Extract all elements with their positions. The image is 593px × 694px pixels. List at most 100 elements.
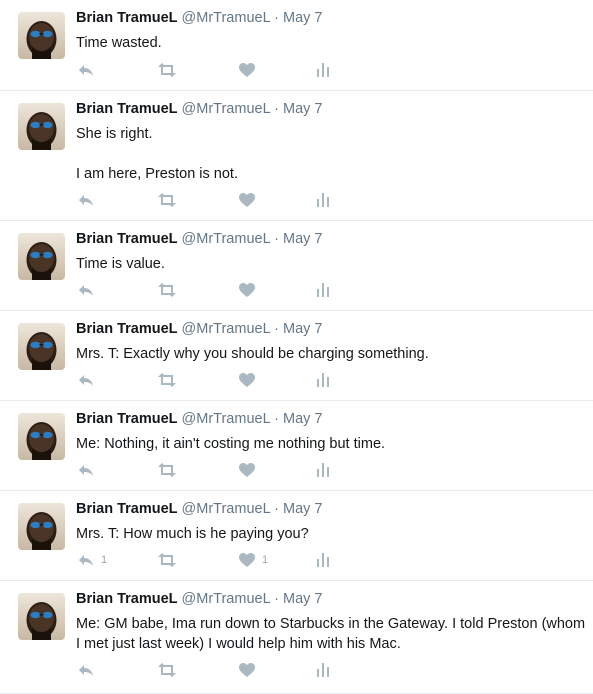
retweet-icon: [157, 553, 177, 567]
retweet-button[interactable]: [157, 280, 177, 300]
tweet[interactable]: Brian TramueL @MrTramueL · May 7 Me: GM ba…: [0, 581, 593, 694]
analytics-button[interactable]: [316, 60, 330, 80]
separator-dot: ·: [274, 231, 279, 247]
tweet-timestamp[interactable]: May 7: [283, 101, 323, 117]
separator-dot: ·: [274, 411, 279, 427]
reply-button[interactable]: [78, 190, 101, 210]
reply-button[interactable]: [78, 460, 101, 480]
like-button[interactable]: [239, 460, 262, 480]
reply-count: 1: [101, 554, 108, 566]
retweet-icon: [157, 463, 177, 477]
tweet-actions: [76, 460, 376, 480]
tweet-text-line: She is right.: [76, 126, 153, 142]
like-button[interactable]: [239, 660, 262, 680]
retweet-button[interactable]: [157, 370, 177, 390]
avatar[interactable]: [18, 413, 65, 460]
tweet[interactable]: Brian TramueL @MrTramueL · May 7 Mrs. T: E…: [0, 311, 593, 401]
tweet-text: Me: Nothing, it ain't costing me nothing…: [76, 434, 586, 454]
username-handle[interactable]: @MrTramueL: [182, 231, 271, 247]
tweet-header: Brian TramueL @MrTramueL · May 7: [76, 321, 323, 337]
tweet-header: Brian TramueL @MrTramueL · May 7: [76, 101, 323, 117]
tweet-text: Time is value.: [76, 254, 586, 274]
username-handle[interactable]: @MrTramueL: [182, 321, 271, 337]
tweet-timeline: Brian TramueL @MrTramueL · May 7 Time wast…: [0, 0, 593, 694]
retweet-icon: [157, 63, 177, 77]
tweet-timestamp[interactable]: May 7: [283, 591, 323, 607]
tweet-text: Me: GM babe, Ima run down to Starbucks i…: [76, 614, 586, 654]
tweet-timestamp[interactable]: May 7: [283, 501, 323, 517]
analytics-icon: [316, 63, 330, 77]
avatar[interactable]: [18, 593, 65, 640]
avatar[interactable]: [18, 103, 65, 150]
username-handle[interactable]: @MrTramueL: [182, 591, 271, 607]
retweet-button[interactable]: [157, 550, 177, 570]
tweet-header: Brian TramueL @MrTramueL · May 7: [76, 591, 323, 607]
analytics-icon: [316, 373, 330, 387]
separator-dot: ·: [274, 101, 279, 117]
retweet-icon: [157, 663, 177, 677]
tweet[interactable]: Brian TramueL @MrTramueL · May 7 Time wast…: [0, 0, 593, 91]
tweet-timestamp[interactable]: May 7: [283, 411, 323, 427]
display-name[interactable]: Brian TramueL: [76, 321, 178, 337]
tweet[interactable]: Brian TramueL @MrTramueL · May 7 Mrs. T: H…: [0, 491, 593, 581]
display-name[interactable]: Brian TramueL: [76, 10, 178, 26]
display-name[interactable]: Brian TramueL: [76, 101, 178, 117]
reply-button[interactable]: [78, 280, 101, 300]
analytics-button[interactable]: [316, 660, 330, 680]
retweet-button[interactable]: [157, 460, 177, 480]
username-handle[interactable]: @MrTramueL: [182, 411, 271, 427]
like-button[interactable]: [239, 370, 262, 390]
separator-dot: ·: [274, 321, 279, 337]
reply-icon: [78, 373, 94, 387]
username-handle[interactable]: @MrTramueL: [182, 10, 271, 26]
separator-dot: ·: [274, 10, 279, 26]
tweet-text-line: Time wasted.: [76, 35, 162, 51]
like-button[interactable]: [239, 60, 262, 80]
avatar[interactable]: [18, 503, 65, 550]
tweet-actions: [76, 370, 376, 390]
tweet-timestamp[interactable]: May 7: [283, 10, 323, 26]
reply-icon: [78, 663, 94, 677]
like-button[interactable]: 1: [239, 550, 268, 570]
tweet[interactable]: Brian TramueL @MrTramueL · May 7 Time is v…: [0, 221, 593, 311]
tweet-text-line: Mrs. T: How much is he paying you?: [76, 526, 309, 542]
heart-icon: [239, 283, 255, 297]
display-name[interactable]: Brian TramueL: [76, 411, 178, 427]
analytics-button[interactable]: [316, 460, 330, 480]
heart-icon: [239, 63, 255, 77]
tweet-actions: [76, 660, 376, 680]
reply-icon: [78, 283, 94, 297]
analytics-icon: [316, 663, 330, 677]
tweet-text-line: Time is value.: [76, 256, 165, 272]
reply-button[interactable]: 1: [78, 550, 107, 570]
reply-button[interactable]: [78, 660, 101, 680]
tweet[interactable]: Brian TramueL @MrTramueL · May 7 Me: Nothi…: [0, 401, 593, 491]
display-name[interactable]: Brian TramueL: [76, 591, 178, 607]
tweet-text-line: Me: Nothing, it ain't costing me nothing…: [76, 436, 386, 452]
username-handle[interactable]: @MrTramueL: [182, 101, 271, 117]
tweet-timestamp[interactable]: May 7: [283, 231, 323, 247]
avatar[interactable]: [18, 323, 65, 370]
analytics-button[interactable]: [316, 550, 330, 570]
reply-button[interactable]: [78, 60, 101, 80]
username-handle[interactable]: @MrTramueL: [182, 501, 271, 517]
retweet-icon: [157, 373, 177, 387]
retweet-button[interactable]: [157, 60, 177, 80]
analytics-icon: [316, 193, 330, 207]
retweet-button[interactable]: [157, 660, 177, 680]
analytics-button[interactable]: [316, 190, 330, 210]
reply-button[interactable]: [78, 370, 101, 390]
tweet[interactable]: Brian TramueL @MrTramueL · May 7 She is ri…: [0, 91, 593, 221]
analytics-button[interactable]: [316, 370, 330, 390]
avatar[interactable]: [18, 12, 65, 59]
analytics-button[interactable]: [316, 280, 330, 300]
tweet-timestamp[interactable]: May 7: [283, 321, 323, 337]
separator-dot: ·: [274, 591, 279, 607]
tweet-header: Brian TramueL @MrTramueL · May 7: [76, 10, 323, 26]
like-button[interactable]: [239, 190, 262, 210]
display-name[interactable]: Brian TramueL: [76, 501, 178, 517]
avatar[interactable]: [18, 233, 65, 280]
retweet-button[interactable]: [157, 190, 177, 210]
display-name[interactable]: Brian TramueL: [76, 231, 178, 247]
like-button[interactable]: [239, 280, 262, 300]
